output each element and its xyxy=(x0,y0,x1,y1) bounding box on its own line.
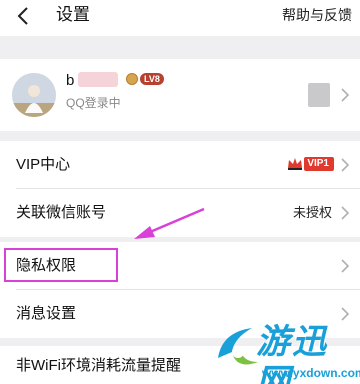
highlight-box xyxy=(4,248,118,282)
nickname-blur xyxy=(78,72,118,87)
back-icon[interactable] xyxy=(12,4,36,28)
profile-thumbnail xyxy=(308,83,330,107)
chevron-right-icon xyxy=(340,88,350,102)
profile-card[interactable]: b LV8 QQ登录中 xyxy=(0,59,360,131)
chevron-right-icon xyxy=(340,259,350,273)
login-status: QQ登录中 xyxy=(66,96,121,110)
vip-badge: VIP1 xyxy=(287,155,334,173)
vip-center-row[interactable]: VIP中心 VIP1 xyxy=(0,141,360,189)
level-coin-icon xyxy=(126,73,138,85)
chevron-right-icon xyxy=(340,206,350,220)
page-title: 设置 xyxy=(56,5,90,24)
level-badge: LV8 xyxy=(126,72,164,86)
avatar xyxy=(12,73,56,117)
row-label: VIP中心 xyxy=(16,156,71,173)
crown-icon xyxy=(288,158,303,170)
row-label: 非WiFi环境消耗流量提醒 xyxy=(16,357,181,374)
watermark-url: www.yxdown.com xyxy=(262,366,360,380)
chevron-right-icon xyxy=(340,158,350,172)
help-feedback-link[interactable]: 帮助与反馈 xyxy=(282,6,352,24)
level-badge-label: LV8 xyxy=(140,73,164,85)
row-label: 关联微信账号 xyxy=(16,204,107,221)
top-bar: 设置 帮助与反馈 xyxy=(0,0,360,36)
watermark: 游迅网 www.yxdown.com xyxy=(212,318,360,384)
wechat-account-row[interactable]: 关联微信账号 未授权 xyxy=(0,189,360,237)
row-value: 未授权 xyxy=(292,205,332,220)
nickname: b xyxy=(66,72,75,89)
row-label: 消息设置 xyxy=(16,305,77,322)
vip-badge-label: VIP1 xyxy=(304,157,334,171)
